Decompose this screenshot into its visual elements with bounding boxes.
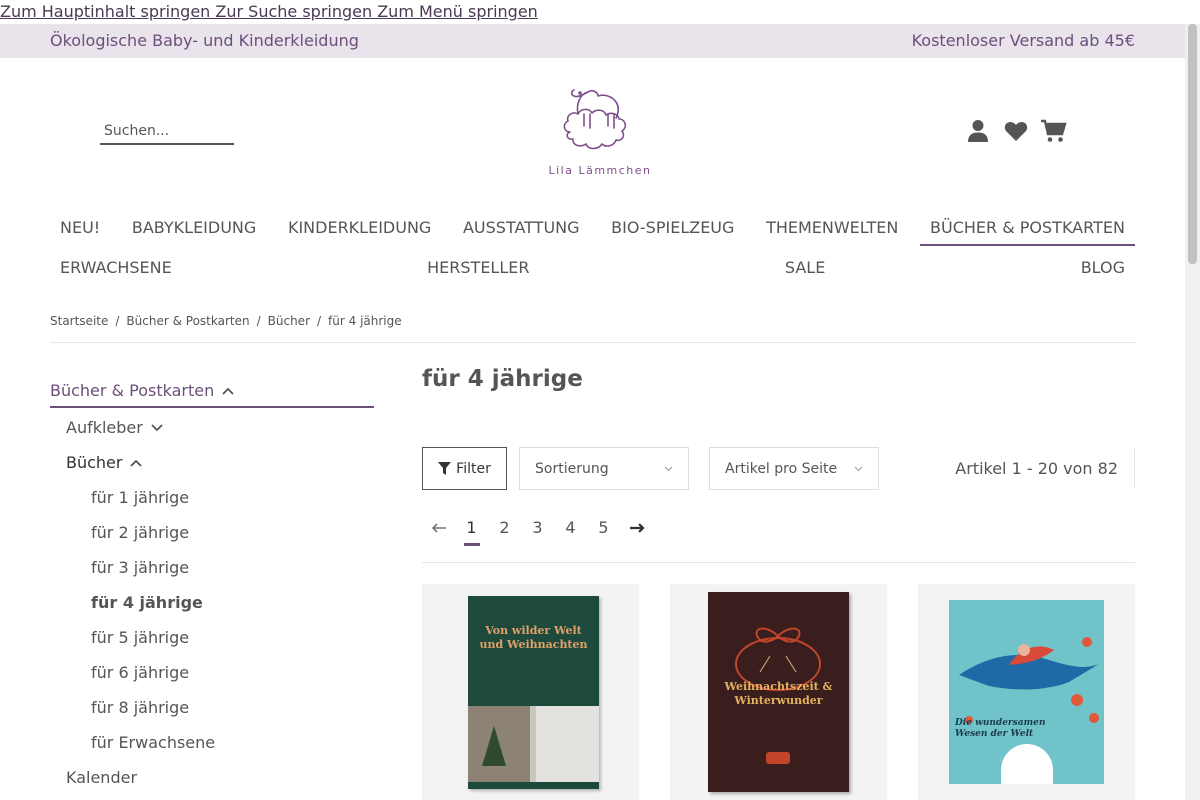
pagination-page-5[interactable]: 5 xyxy=(587,518,620,537)
nav-item-blog[interactable]: BLOG xyxy=(1071,258,1135,277)
cover-photo-right xyxy=(536,706,599,782)
chevron-down-icon xyxy=(664,466,673,471)
pagination-page-2[interactable]: 2 xyxy=(488,518,521,537)
product-image[interactable]: Die wundersamen Wesen der Welt xyxy=(949,600,1104,784)
count-divider xyxy=(1134,449,1135,487)
breadcrumb-separator: / xyxy=(256,314,261,328)
sidebar-item-6-jaehrige[interactable]: für 6 jährige xyxy=(91,663,189,682)
nav-item-babykleidung[interactable]: BABYKLEIDUNG xyxy=(122,210,266,246)
nav-item-erwachsene[interactable]: ERWACHSENE xyxy=(50,258,182,277)
product-image[interactable]: Von wilder Welt und Weihnachten xyxy=(468,596,599,789)
breadcrumb: Startseite / Bücher & Postkarten / Bücher / fü… xyxy=(50,314,1135,343)
christmas-tree-shape xyxy=(482,726,506,766)
page-scrollbar[interactable] xyxy=(1185,24,1200,800)
scrollbar-thumb[interactable] xyxy=(1188,24,1197,264)
cover-photo xyxy=(468,706,599,782)
skip-links-text[interactable]: Zum Hauptinhalt springen Zur Suche sprin… xyxy=(0,2,538,21)
breadcrumb-separator: / xyxy=(317,314,322,328)
main-nav-row-1: NEU! BABYKLEIDUNG KINDERKLEIDUNG AUSSTAT… xyxy=(50,210,1135,246)
sort-select-label: Sortierung xyxy=(535,460,609,477)
sidebar-item-5-jaehrige[interactable]: für 5 jährige xyxy=(91,628,189,647)
filter-button[interactable]: Filter xyxy=(422,447,507,490)
sidebar-item-3-jaehrige[interactable]: für 3 jährige xyxy=(91,558,189,577)
sidebar-item-2-jaehrige[interactable]: für 2 jährige xyxy=(91,523,189,542)
cover-ornament xyxy=(766,752,790,764)
nav-item-kinderkleidung[interactable]: KINDERKLEIDUNG xyxy=(278,210,441,246)
page-title: für 4 jährige xyxy=(422,366,583,392)
nav-item-sale[interactable]: SALE xyxy=(775,258,835,277)
nav-item-bio-spielzeug[interactable]: BIO-SPIELZEUG xyxy=(601,210,744,246)
article-count: Artikel 1 - 20 von 82 xyxy=(955,459,1118,478)
product-cover-title: Weihnachtszeit & Winterwunder xyxy=(724,680,833,707)
chevron-down-icon xyxy=(151,423,163,431)
account-icon[interactable] xyxy=(965,118,991,144)
skip-links[interactable]: Zum Hauptinhalt springen Zur Suche sprin… xyxy=(0,0,1200,24)
top-info-bar: Ökologische Baby- und Kinderkleidung Kos… xyxy=(0,24,1185,58)
sidebar-category-head[interactable]: Bücher & Postkarten xyxy=(50,376,374,408)
nav-item-ausstattung[interactable]: AUSSTATTUNG xyxy=(453,210,590,246)
topbar-tagline: Ökologische Baby- und Kinderkleidung xyxy=(50,31,359,50)
product-image[interactable]: Weihnachtszeit & Winterwunder xyxy=(708,592,849,792)
pagination-page-4[interactable]: 4 xyxy=(554,518,587,537)
topbar-shipping-info: Kostenloser Versand ab 45€ xyxy=(911,31,1135,50)
nav-item-hersteller[interactable]: HERSTELLER xyxy=(417,258,539,277)
breadcrumb-buecher-postkarten[interactable]: Bücher & Postkarten xyxy=(126,314,249,328)
search-input[interactable] xyxy=(100,118,234,144)
cart-icon[interactable] xyxy=(1041,118,1067,144)
sidebar-item-aufkleber[interactable]: Aufkleber xyxy=(66,418,163,437)
sidebar-item-erwachsene[interactable]: für Erwachsene xyxy=(91,733,215,752)
product-card[interactable]: Weihnachtszeit & Winterwunder xyxy=(670,584,887,800)
site-logo[interactable]: Lila Lämmchen xyxy=(540,84,660,184)
pagination-prev-arrow-icon[interactable] xyxy=(422,518,455,537)
chevron-up-icon xyxy=(130,459,143,467)
breadcrumb-current: für 4 jährige xyxy=(328,314,402,328)
lamb-cloud-logo-icon xyxy=(563,89,627,150)
nav-item-neu[interactable]: NEU! xyxy=(50,210,110,246)
content-divider xyxy=(422,562,1135,563)
sidebar-item-label: Bücher xyxy=(66,453,123,472)
pagination-next-arrow-icon[interactable] xyxy=(620,518,653,537)
sidebar-item-label: Aufkleber xyxy=(66,418,143,437)
sidebar-item-kalender[interactable]: Kalender xyxy=(66,768,137,787)
search-box[interactable] xyxy=(100,118,234,145)
breadcrumb-buecher[interactable]: Bücher xyxy=(268,314,310,328)
pagination-page-1[interactable]: 1 xyxy=(455,518,488,546)
product-card[interactable]: Von wilder Welt und Weihnachten xyxy=(422,584,639,800)
main-nav-row-2: ERWACHSENE HERSTELLER SALE BLOG xyxy=(50,258,1135,277)
logo-text: Lila Lämmchen xyxy=(548,164,652,177)
sidebar-item-4-jaehrige[interactable]: für 4 jährige xyxy=(91,593,203,612)
wishlist-heart-icon[interactable] xyxy=(1003,118,1029,144)
pagination: 1 2 3 4 5 xyxy=(422,512,653,546)
items-per-page-select[interactable]: Artikel pro Seite xyxy=(709,447,879,490)
filter-funnel-icon xyxy=(438,462,452,475)
sidebar-head-label: Bücher & Postkarten xyxy=(50,381,215,400)
items-per-page-label: Artikel pro Seite xyxy=(725,460,838,477)
breadcrumb-separator: / xyxy=(115,314,120,328)
nav-item-themenwelten[interactable]: THEMENWELTEN xyxy=(756,210,908,246)
sidebar-item-1-jaehrige[interactable]: für 1 jährige xyxy=(91,488,189,507)
sidebar-item-8-jaehrige[interactable]: für 8 jährige xyxy=(91,698,189,717)
sidebar-item-buecher[interactable]: Bücher xyxy=(66,453,143,472)
pagination-page-3[interactable]: 3 xyxy=(521,518,554,537)
header-actions xyxy=(965,118,1067,144)
product-cover-title: Die wundersamen Wesen der Welt xyxy=(955,718,1046,739)
category-sidebar: Bücher & Postkarten Aufkleber Bücher für… xyxy=(50,376,374,787)
filter-button-label: Filter xyxy=(456,460,491,477)
nav-item-buecher-postkarten[interactable]: BÜCHER & POSTKARTEN xyxy=(920,210,1135,246)
chevron-down-icon xyxy=(854,466,863,471)
breadcrumb-startseite[interactable]: Startseite xyxy=(50,314,108,328)
award-badge-icon xyxy=(1001,744,1053,784)
chevron-up-icon xyxy=(222,387,234,395)
sort-select[interactable]: Sortierung xyxy=(519,447,689,490)
product-card[interactable]: Die wundersamen Wesen der Welt xyxy=(918,584,1135,800)
product-cover-title: Von wilder Welt und Weihnachten xyxy=(479,624,588,651)
